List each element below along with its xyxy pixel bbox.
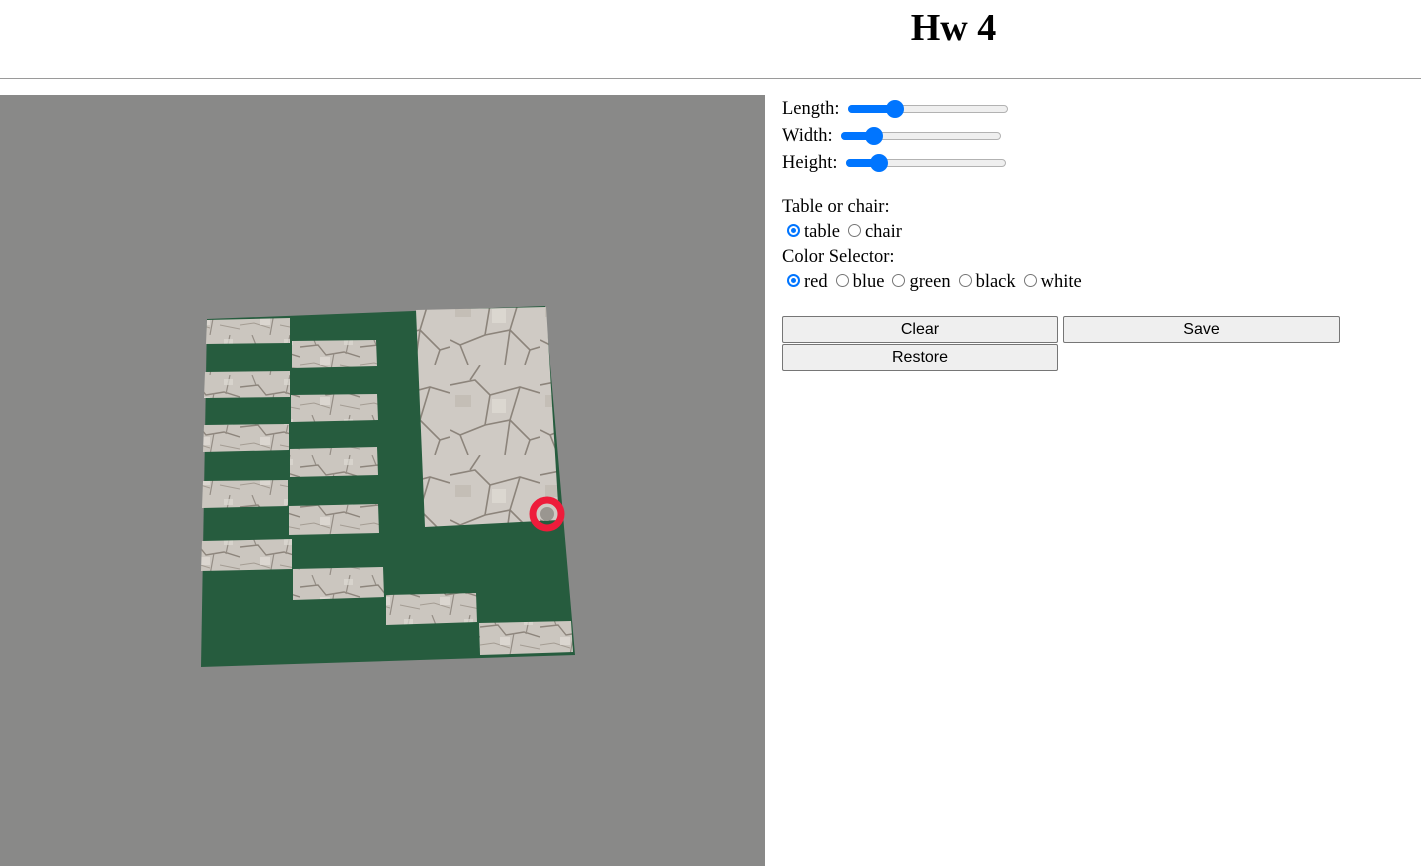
type-option-table[interactable]: table [787, 219, 840, 245]
color-option-black[interactable]: black [958, 269, 1016, 295]
length-slider-thumb[interactable] [885, 99, 904, 118]
color-selector-group: red blue green black white [782, 270, 1402, 294]
width-slider-thumb[interactable] [864, 126, 883, 145]
color-label-green: green [909, 272, 951, 292]
type-radio-table[interactable] [787, 223, 800, 237]
length-slider[interactable] [847, 99, 1008, 119]
color-radio-black[interactable] [958, 273, 972, 287]
page-title: Hw 4 [910, 7, 997, 49]
width-slider[interactable] [840, 126, 1001, 146]
type-label-table: table [804, 222, 840, 242]
clear-button[interactable]: Clear [782, 316, 1058, 343]
height-label: Height: [782, 152, 838, 173]
type-option-chair[interactable]: chair [847, 219, 902, 245]
type-radio-chair[interactable] [847, 223, 861, 237]
color-radio-white[interactable] [1023, 273, 1037, 287]
height-row: Height: [782, 149, 1402, 176]
type-label-chair: chair [864, 222, 902, 242]
color-radio-green[interactable] [892, 273, 906, 287]
color-option-green[interactable]: green [892, 269, 951, 295]
controls-panel: Length: Width: Height: Table or chair: t… [782, 95, 1402, 294]
color-radio-red[interactable] [787, 273, 800, 287]
width-label: Width: [782, 125, 833, 146]
color-option-white[interactable]: white [1023, 269, 1082, 295]
restore-button[interactable]: Restore [782, 344, 1058, 371]
length-row: Length: [782, 95, 1402, 122]
color-option-red[interactable]: red [787, 269, 828, 295]
color-radio-blue[interactable] [835, 273, 849, 287]
color-label-white: white [1040, 272, 1082, 292]
color-option-blue[interactable]: blue [835, 269, 885, 295]
length-label: Length: [782, 98, 840, 119]
webgl-canvas[interactable] [0, 95, 765, 866]
object-type-group: table chair [782, 220, 1402, 244]
color-label-blue: blue [852, 272, 885, 292]
color-label-black: black [975, 272, 1016, 292]
scene-render [201, 306, 575, 667]
height-slider-thumb[interactable] [869, 153, 888, 172]
color-selector-label: Color Selector: [782, 247, 895, 267]
color-label-red: red [804, 272, 828, 292]
width-row: Width: [782, 122, 1402, 149]
stone-slab [416, 307, 559, 527]
save-button[interactable]: Save [1063, 316, 1340, 343]
height-slider[interactable] [845, 153, 1006, 173]
object-type-label: Table or chair: [782, 197, 890, 217]
header-divider [0, 78, 1421, 79]
